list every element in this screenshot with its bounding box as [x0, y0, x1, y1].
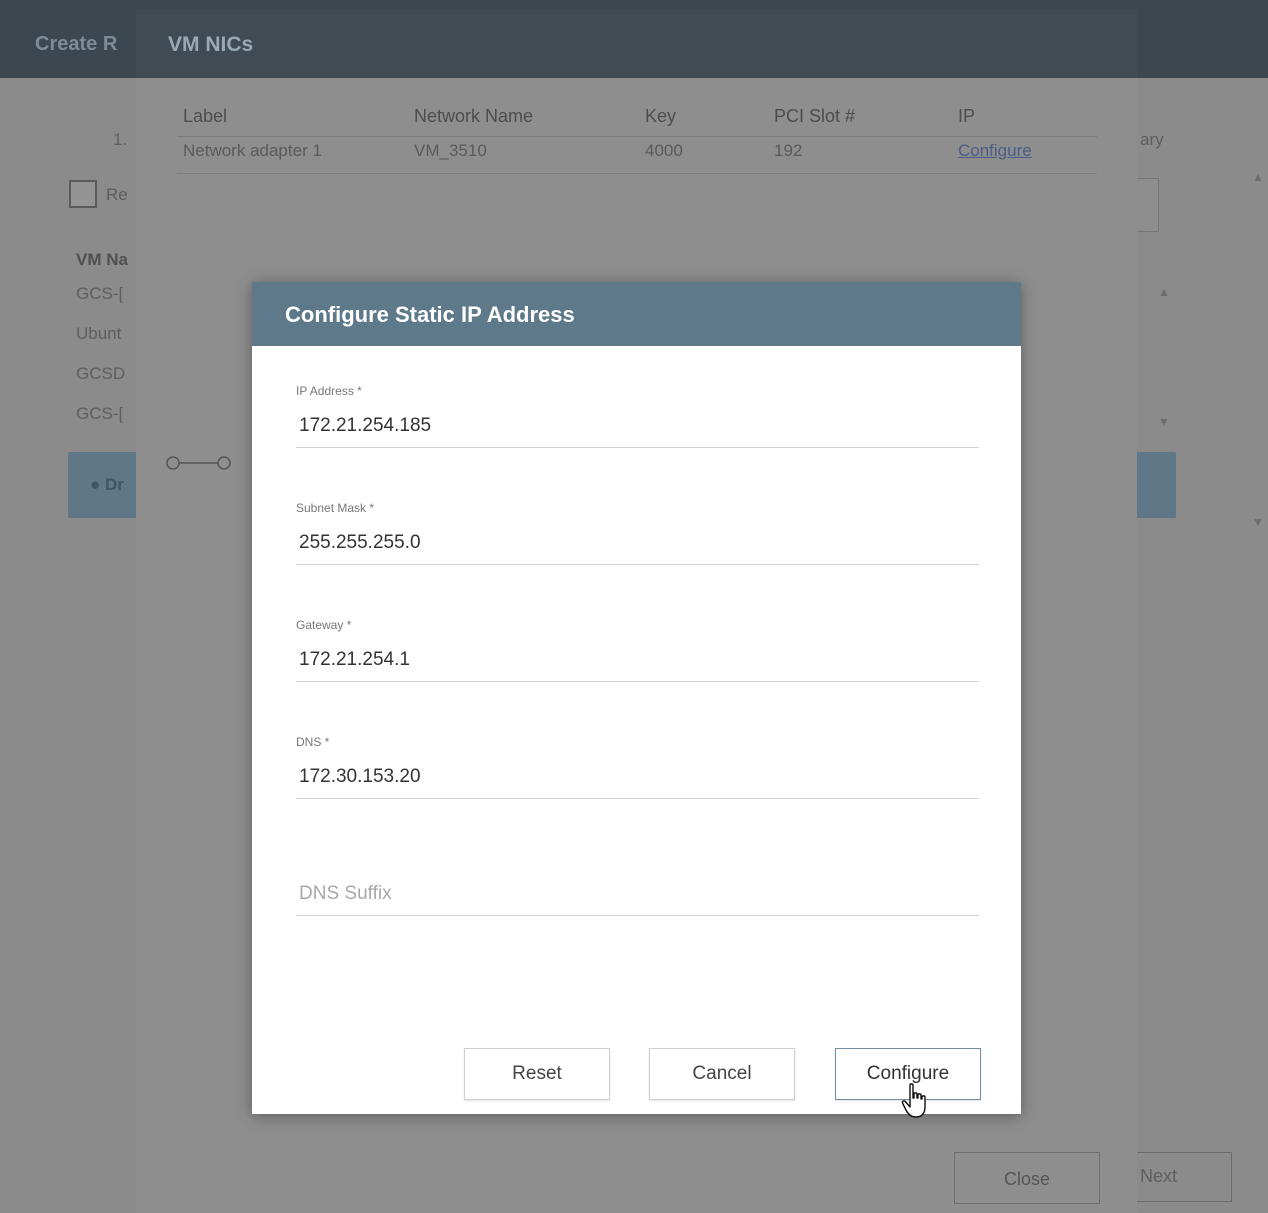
wizard-title: Create R [35, 33, 118, 55]
vm-list-item[interactable]: GCS-[ [76, 284, 123, 304]
table-row: Network adapter 1 VM_3510 4000 192 Confi… [177, 137, 1097, 174]
cancel-button[interactable]: Cancel [649, 1048, 795, 1100]
wizard-step-label: 1. [113, 130, 128, 149]
column-header-label: Label [183, 106, 228, 126]
vm-nics-title: VM NICs [168, 33, 254, 56]
dialog-title: Configure Static IP Address [285, 302, 575, 327]
scroll-up-icon[interactable]: ▲ [1158, 285, 1170, 299]
vm-name-column-header: VM Na [76, 250, 128, 269]
nics-table: Label Network Name Key PCI Slot # IP Net… [177, 102, 1097, 174]
info-banner-right [1136, 452, 1176, 518]
vm-list-item[interactable]: GCS-[ [76, 404, 123, 424]
wizard-checkbox[interactable] [69, 180, 97, 208]
dns-label: DNS * [296, 735, 330, 749]
subnet-mask-label: Subnet Mask * [296, 501, 375, 515]
nic-network-name: VM_3510 [414, 141, 487, 160]
info-icon: ● [90, 475, 101, 494]
ip-address-input[interactable] [296, 404, 979, 448]
wizard-right-label: ary [1140, 130, 1164, 149]
close-button[interactable]: Close [954, 1152, 1100, 1204]
nic-key: 4000 [645, 141, 683, 160]
subnet-mask-input[interactable] [296, 521, 979, 565]
hand-pointer-icon [901, 1083, 926, 1118]
scroll-up-icon[interactable]: ▲ [1252, 170, 1264, 184]
scroll-down-icon[interactable]: ▼ [1158, 415, 1170, 429]
info-banner-text: ● Dr [90, 475, 124, 494]
scroll-down-icon[interactable]: ▼ [1252, 515, 1264, 529]
reset-button[interactable]: Reset [464, 1048, 610, 1100]
column-header-ip: IP [958, 106, 976, 126]
configure-ip-link[interactable]: Configure [958, 141, 1032, 161]
configure-static-ip-dialog: Configure Static IP Address IP Address *… [252, 282, 1021, 1118]
gateway-input[interactable] [296, 638, 979, 682]
vm-list-item[interactable]: Ubunt [76, 324, 121, 344]
ip-address-label: IP Address * [296, 384, 362, 398]
next-button-label: Next [1140, 1166, 1178, 1186]
wizard-search-input[interactable] [1136, 178, 1159, 232]
nic-pci-slot: 192 [774, 141, 803, 160]
dns-input[interactable] [296, 755, 979, 799]
column-header-pci-slot: PCI Slot # [774, 106, 856, 126]
network-connection-icon [166, 456, 231, 470]
vm-list-item[interactable]: GCSD [76, 364, 125, 384]
dns-suffix-input[interactable] [296, 872, 979, 916]
column-header-network-name: Network Name [414, 106, 534, 126]
nic-label: Network adapter 1 [183, 141, 322, 160]
nics-table-header: Label Network Name Key PCI Slot # IP [177, 102, 1097, 137]
dialog-header: Configure Static IP Address [252, 282, 1021, 346]
wizard-checkbox-label: Re [106, 185, 128, 204]
column-header-key: Key [645, 106, 677, 126]
gateway-label: Gateway * [296, 618, 352, 632]
vm-nics-header: VM NICs [136, 10, 1137, 78]
